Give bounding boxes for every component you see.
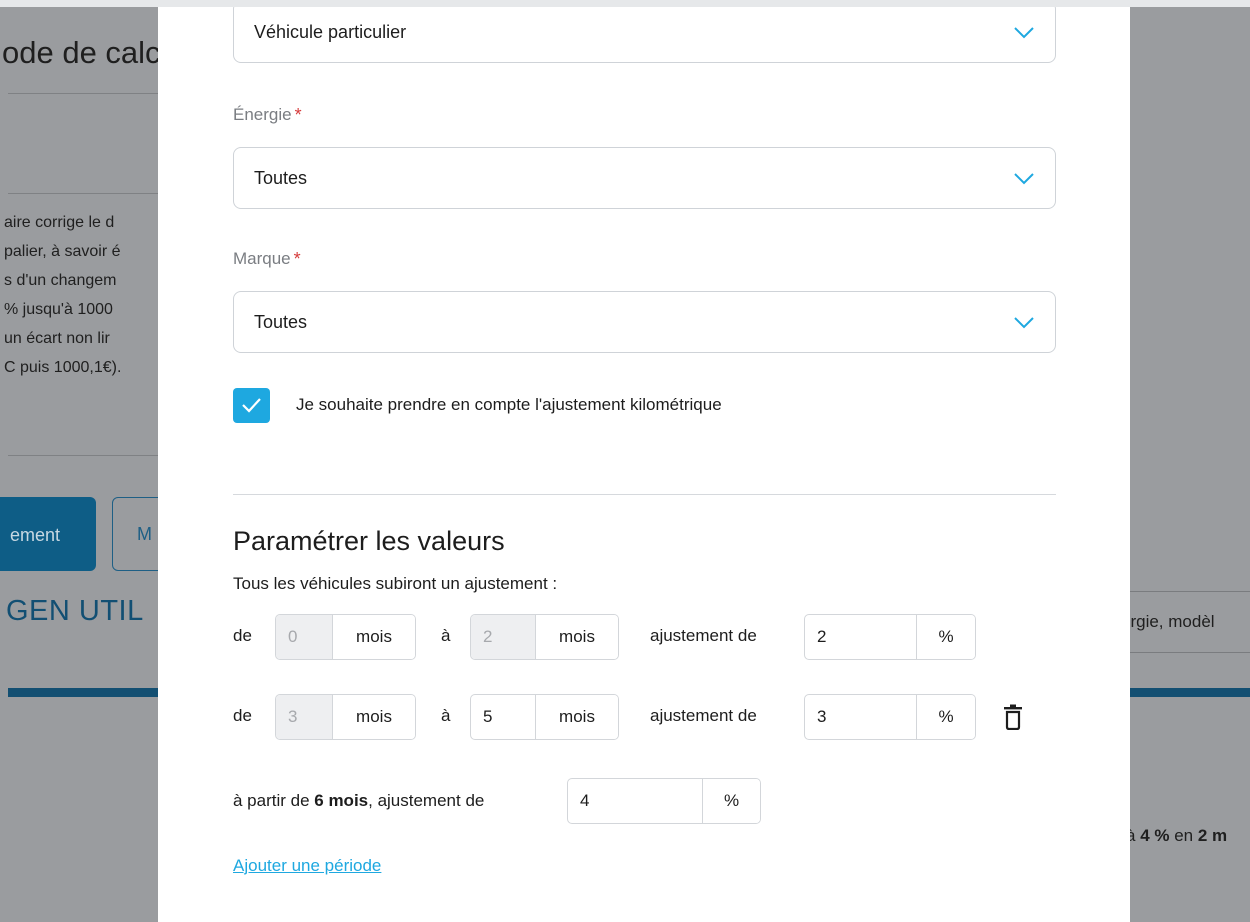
period-from-input: 0: [276, 615, 333, 659]
period-row: de 3 mois à 5 mois ajustement de 3 %: [233, 694, 1056, 740]
period-to-field: 2 mois: [470, 614, 619, 660]
period-adjustment-input[interactable]: 2: [805, 615, 917, 659]
vehicle-type-value: Véhicule particulier: [254, 22, 407, 42]
background-line: un écart non lir: [4, 330, 110, 347]
adjustment-word: ajustement de: [650, 626, 757, 645]
final-months: 6 mois: [314, 791, 369, 810]
summary-months: 2 m: [1197, 826, 1228, 845]
to-word: à: [441, 706, 451, 725]
to-word: à: [441, 626, 451, 645]
from-word: de: [233, 626, 252, 645]
background-summary-text: à 4 % en 2 m: [1126, 826, 1227, 846]
background-line: % jusqu'à 1000: [4, 301, 113, 318]
background-title: ode de calc: [2, 35, 161, 70]
brand-value: Toutes: [254, 312, 308, 332]
background-divider: [8, 93, 158, 94]
energy-label-text: Énergie: [233, 105, 292, 124]
adjustment-modal: Véhicule particulier Énergie * Toutes Mar…: [158, 7, 1130, 922]
brand-label-text: Marque: [233, 249, 291, 268]
background-divider: [8, 455, 158, 456]
period-adjustment-field[interactable]: 3 %: [804, 694, 976, 740]
months-unit: mois: [332, 695, 415, 739]
background-paragraph: aire corrige le d palier, à savoir é s d…: [4, 208, 121, 382]
months-unit: mois: [535, 615, 618, 659]
background-line: s d'un changem: [4, 272, 117, 289]
final-prefix: à partir de: [233, 791, 315, 810]
adjustment-word: ajustement de: [650, 706, 757, 725]
values-section-subtitle: Tous les véhicules subiront un ajustemen…: [233, 574, 558, 593]
percent-unit: %: [916, 615, 975, 659]
months-unit: mois: [332, 615, 415, 659]
period-adjustment-field[interactable]: 2 %: [804, 614, 976, 660]
period-row: de 0 mois à 2 mois ajustement de 2 %: [233, 614, 1056, 660]
chevron-down-icon: [1014, 173, 1034, 185]
final-adjustment-input[interactable]: 4: [568, 779, 703, 823]
period-to-field[interactable]: 5 mois: [470, 694, 619, 740]
chevron-down-icon: [1014, 27, 1034, 39]
period-from-field: 3 mois: [275, 694, 416, 740]
add-period-link[interactable]: Ajouter une période: [233, 856, 381, 876]
final-adjustment-field[interactable]: 4 %: [567, 778, 761, 824]
percent-unit: %: [702, 779, 760, 823]
period-to-input[interactable]: 5: [471, 695, 536, 739]
trash-icon[interactable]: [1003, 704, 1023, 730]
period-to-input: 2: [471, 615, 536, 659]
background-top-strip: [0, 0, 1250, 7]
energy-value: Toutes: [254, 168, 308, 188]
required-mark: *: [293, 249, 301, 269]
chevron-down-icon: [1014, 317, 1034, 329]
final-period-row: à partir de 6 mois, ajustement de 4 %: [233, 778, 1056, 824]
background-line: aire corrige le d: [4, 214, 115, 231]
from-word: de: [233, 706, 252, 725]
energy-label: Énergie *: [233, 105, 302, 126]
background-line: palier, à savoir é: [4, 243, 121, 260]
period-from-field: 0 mois: [275, 614, 416, 660]
mileage-adjustment-checkbox[interactable]: [233, 388, 270, 423]
background-line: C puis 1000,1€).: [4, 359, 122, 376]
vehicle-type-select[interactable]: Véhicule particulier: [233, 7, 1056, 63]
summary-percent: 4 %: [1140, 826, 1170, 845]
background-filter-text: ergie, modèl: [1121, 612, 1215, 631]
background-left-column: ode de calc: [0, 7, 161, 922]
energy-select[interactable]: Toutes: [233, 147, 1056, 209]
required-mark: *: [294, 105, 302, 125]
mileage-adjustment-label[interactable]: Je souhaite prendre en compte l'ajusteme…: [296, 395, 722, 415]
brand-select[interactable]: Toutes: [233, 291, 1056, 353]
months-unit: mois: [535, 695, 618, 739]
section-divider: [233, 494, 1056, 495]
values-section-title: Paramétrer les valeurs: [233, 526, 505, 556]
background-section-heading: GEN UTIL: [6, 595, 144, 627]
check-icon: [242, 398, 261, 413]
final-period-text: à partir de 6 mois, ajustement de: [233, 791, 484, 811]
background-primary-button: ement: [0, 497, 96, 571]
background-divider: [8, 193, 158, 194]
period-adjustment-input[interactable]: 3: [805, 695, 917, 739]
percent-unit: %: [916, 695, 975, 739]
summary-mid: en: [1169, 826, 1198, 845]
final-suffix: , ajustement de: [368, 791, 485, 810]
period-from-input: 3: [276, 695, 333, 739]
brand-label: Marque *: [233, 249, 301, 270]
